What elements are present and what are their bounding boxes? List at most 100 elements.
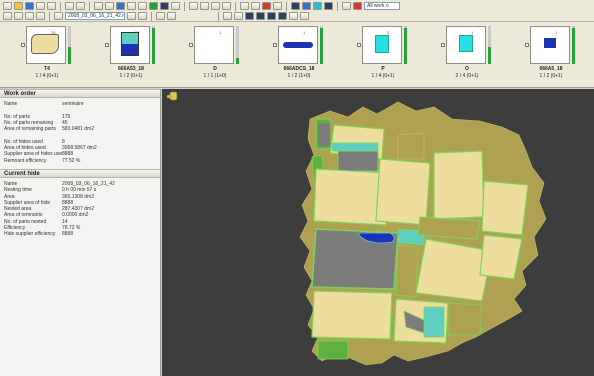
print-icon[interactable]	[36, 2, 45, 10]
arrow-left-icon[interactable]	[3, 12, 12, 20]
select-icon[interactable]	[156, 12, 165, 20]
nesting-view[interactable]	[162, 89, 594, 376]
list-icon[interactable]	[105, 2, 114, 10]
tool-b-icon[interactable]	[251, 2, 260, 10]
dropdown-icon[interactable]	[127, 12, 136, 20]
hand-tool-icon[interactable]	[166, 91, 178, 101]
info-key: Remnant efficiency	[4, 157, 47, 164]
mirror-icon[interactable]	[36, 12, 45, 20]
part	[423, 306, 445, 338]
align-icon[interactable]	[138, 2, 147, 10]
part-preview	[31, 34, 59, 54]
current-hide-header[interactable]: Current hide	[0, 168, 160, 178]
nav-last-icon[interactable]	[278, 12, 287, 20]
arrow-right-icon[interactable]	[14, 12, 23, 20]
refresh-icon[interactable]	[289, 12, 298, 20]
thumbnail-checkbox[interactable]	[21, 43, 25, 47]
info-value: 77.52 %	[62, 157, 81, 164]
thumbnail-number: 1	[219, 30, 222, 35]
preview-icon[interactable]	[47, 2, 56, 10]
thumbnail-name: P	[381, 66, 385, 72]
usage-bar	[404, 26, 407, 64]
help-icon[interactable]	[342, 2, 351, 10]
usage-bar-fill	[572, 27, 575, 64]
info-value: seminaire	[62, 101, 84, 107]
part-preview	[283, 42, 313, 48]
tool-a-icon[interactable]	[240, 2, 249, 10]
nav-first-icon[interactable]	[245, 12, 254, 20]
info-key: Hide supplier efficiency	[4, 231, 56, 238]
part-thumbnail[interactable]: 2P1 / 4 (0+1)	[340, 24, 420, 86]
save-icon[interactable]	[25, 2, 34, 10]
tool-d-icon[interactable]	[273, 2, 282, 10]
part-thumbnail[interactable]: 30666A53_181 / 2 (0+1)	[88, 24, 168, 86]
part-preview	[459, 35, 473, 52]
usage-bar-fill	[152, 27, 155, 64]
thumbnail-name: O	[465, 66, 469, 72]
zoom-out-icon[interactable]	[200, 2, 209, 10]
work-order-combo[interactable]: All work o	[364, 2, 400, 10]
rotate-icon[interactable]	[25, 12, 34, 20]
part-thumbnail[interactable]: 1 666A5_18 1 / 2 (0+1)	[508, 24, 588, 86]
thumbnail-name: 666A5_18	[539, 66, 563, 72]
nesting-canvas[interactable]	[162, 89, 594, 376]
select-all-icon[interactable]	[167, 12, 176, 20]
thumbnail-checkbox[interactable]	[273, 43, 277, 47]
color-1-icon[interactable]	[291, 2, 300, 10]
toolbar-row-2: 2008_03_06_16_21_42.nb	[3, 11, 309, 21]
layers-icon[interactable]	[171, 2, 180, 10]
lock-icon[interactable]	[300, 12, 309, 20]
part-thumbnail[interactable]: 76 T4 1 / 4 (0+1)	[4, 24, 84, 86]
thumbnail-checkbox[interactable]	[105, 43, 109, 47]
part	[331, 142, 379, 152]
info-panel: Work order Name seminaire No. of parts 175 N…	[0, 89, 161, 376]
move-icon[interactable]	[54, 12, 63, 20]
file-combo[interactable]: 2008_03_06_16_21_42.nb	[65, 12, 125, 20]
usage-bar	[68, 26, 71, 64]
thumbnail-checkbox[interactable]	[525, 43, 529, 47]
display-icon[interactable]	[160, 2, 169, 10]
tool-c-icon[interactable]	[262, 2, 271, 10]
part-thumbnail[interactable]: 1O2 / 4 (0+1)	[424, 24, 504, 86]
thumbnail-checkbox[interactable]	[357, 43, 361, 47]
new-icon[interactable]	[3, 2, 12, 10]
stop-icon[interactable]	[353, 2, 362, 10]
settings-icon[interactable]	[138, 12, 147, 20]
open-icon[interactable]	[14, 2, 23, 10]
filter-icon[interactable]	[76, 2, 85, 10]
work-order-table: Name seminaire No. of parts 175 No. of parts…	[0, 98, 160, 164]
pan-icon[interactable]	[222, 2, 231, 10]
usage-bar	[236, 26, 239, 64]
thumbnail-checkbox[interactable]	[441, 43, 445, 47]
part	[447, 302, 483, 336]
thumbnail-name: T4	[44, 66, 50, 72]
part	[397, 132, 425, 160]
part	[337, 150, 379, 172]
grid-icon[interactable]	[94, 2, 103, 10]
info-value: 8888	[62, 231, 74, 238]
zoom-in-icon[interactable]	[189, 2, 198, 10]
part-thumbnail[interactable]: 1 D1 / 1 (1+0)	[172, 24, 252, 86]
work-order-header[interactable]: Work order	[0, 89, 160, 98]
color-3-icon[interactable]	[313, 2, 322, 10]
toolbar-row-1: All work o	[3, 1, 400, 11]
usage-bar-fill	[320, 27, 323, 64]
parts-icon[interactable]	[127, 2, 136, 10]
thumbnail-name: 666A53_18	[118, 66, 144, 72]
thumbnail-checkbox[interactable]	[189, 43, 193, 47]
thumbnail-number: 1	[555, 30, 558, 35]
nav-next-icon[interactable]	[267, 12, 276, 20]
zoom-fit-icon[interactable]	[211, 2, 220, 10]
color-2-icon[interactable]	[302, 2, 311, 10]
part	[317, 122, 331, 148]
first-icon[interactable]	[223, 12, 232, 20]
nav-prev-icon[interactable]	[256, 12, 265, 20]
part-thumbnail[interactable]: 1 666ADCS_18 1 / 2 (1+0)	[256, 24, 336, 86]
undo-icon[interactable]	[65, 2, 74, 10]
nest-icon[interactable]	[149, 2, 158, 10]
prev-icon[interactable]	[234, 12, 243, 20]
hide-view-icon[interactable]	[116, 2, 125, 10]
part-preview	[375, 35, 389, 53]
part-preview	[544, 38, 556, 48]
color-4-icon[interactable]	[324, 2, 333, 10]
